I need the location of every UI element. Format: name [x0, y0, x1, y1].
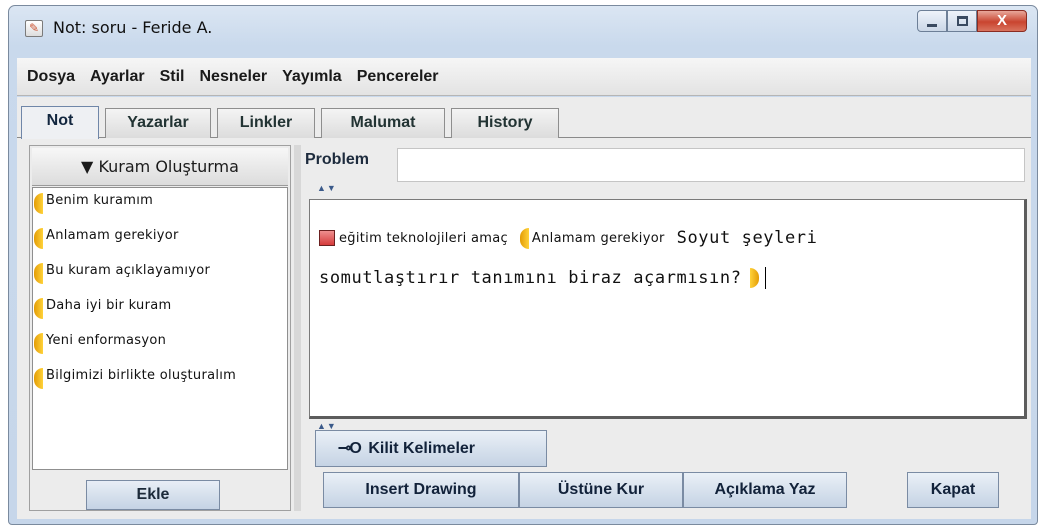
- note-link-label[interactable]: eğitim teknolojileri amaç: [339, 231, 508, 246]
- scaffold-bracket-icon: [34, 228, 43, 249]
- scaffold-item[interactable]: Bu kuram açıklayamıyor: [33, 263, 287, 298]
- note-text: somutlaştırır tanımını biraz açarmısın?: [319, 268, 742, 288]
- window-controls: X: [917, 10, 1027, 32]
- scaffold-item[interactable]: Benim kuramım: [33, 193, 287, 228]
- problem-label: Problem: [305, 151, 370, 168]
- note-content: ▼ Kuram Oluşturma Benim kuramım Anlamam …: [17, 138, 1031, 519]
- menu-yayimla[interactable]: Yayımla: [282, 68, 342, 86]
- scaffold-bracket-icon: [34, 368, 43, 389]
- scaffold-bracket-icon: [34, 333, 43, 354]
- tab-bar: Not Yazarlar Linkler Malumat History: [17, 97, 1031, 139]
- scaffold-item[interactable]: Daha iyi bir kuram: [33, 298, 287, 333]
- scaffold-end-icon: [749, 268, 759, 288]
- problem-input[interactable]: [397, 148, 1025, 182]
- scaffold-item-label: Yeni enformasyon: [46, 333, 167, 348]
- write-explanation-button[interactable]: Açıklama Yaz: [683, 472, 847, 508]
- scaffold-panel: ▼ Kuram Oluşturma Benim kuramım Anlamam …: [29, 145, 291, 511]
- key-icon: ⊸O: [338, 440, 362, 457]
- maximize-icon: [957, 16, 968, 26]
- menu-bar: Dosya Ayarlar Stil Nesneler Yayımla Penc…: [17, 58, 1031, 96]
- scaffold-list: Benim kuramım Anlamam gerekiyor Bu kuram…: [32, 187, 288, 470]
- tab-malumat[interactable]: Malumat: [321, 108, 445, 138]
- scaffold-item[interactable]: Anlamam gerekiyor: [33, 228, 287, 263]
- menu-nesneler[interactable]: Nesneler: [199, 68, 267, 86]
- minimize-icon: [927, 24, 937, 27]
- menu-stil[interactable]: Stil: [160, 68, 185, 86]
- tab-not[interactable]: Not: [21, 106, 99, 139]
- note-text: Soyut şeyleri: [676, 228, 818, 248]
- text-cursor: [764, 267, 766, 289]
- split-arrows-icon[interactable]: ▲▼: [317, 183, 337, 193]
- insert-drawing-button[interactable]: Insert Drawing: [323, 472, 519, 508]
- note-link-icon[interactable]: [319, 230, 335, 246]
- scaffold-item[interactable]: Yeni enformasyon: [33, 333, 287, 368]
- editor-line: eğitim teknolojileri amaç Anlamam gereki…: [319, 218, 1024, 258]
- keywords-button[interactable]: ⊸O Kilit Kelimeler: [315, 430, 547, 467]
- build-on-button[interactable]: Üstüne Kur: [519, 472, 683, 508]
- add-button[interactable]: Ekle: [86, 480, 220, 510]
- minimize-button[interactable]: [917, 10, 947, 32]
- scaffold-selector[interactable]: ▼ Kuram Oluşturma: [32, 148, 288, 186]
- action-buttons: Insert Drawing Üstüne Kur Açıklama Yaz K…: [323, 472, 999, 508]
- tab-linkler[interactable]: Linkler: [217, 108, 315, 138]
- menu-pencereler[interactable]: Pencereler: [357, 68, 439, 86]
- split-handle[interactable]: [294, 145, 301, 511]
- editor-line: somutlaştırır tanımını biraz açarmısın?: [319, 258, 1024, 298]
- scaffold-item-label: Daha iyi bir kuram: [46, 298, 172, 313]
- close-window-button[interactable]: X: [977, 10, 1027, 32]
- scaffold-bracket-icon: [34, 193, 43, 214]
- app-window: ✎ Not: soru - Feride A. X Dosya Ayarlar …: [8, 5, 1038, 525]
- window-title: Not: soru - Feride A.: [53, 18, 213, 37]
- maximize-button[interactable]: [947, 10, 977, 32]
- keywords-label: Kilit Kelimeler: [368, 440, 476, 457]
- scaffold-item-label: Bilgimizi birlikte oluşturalım: [46, 368, 237, 383]
- tab-yazarlar[interactable]: Yazarlar: [105, 108, 211, 138]
- button-gap: [847, 472, 907, 508]
- scaffold-bracket-icon: [34, 298, 43, 319]
- menu-dosya[interactable]: Dosya: [27, 68, 75, 86]
- scaffold-item-label: Anlamam gerekiyor: [46, 228, 179, 243]
- scaffold-item[interactable]: Bilgimizi birlikte oluşturalım: [33, 368, 287, 403]
- scaffold-bracket-icon: [519, 227, 529, 249]
- scaffold-item-label: Bu kuram açıklayamıyor: [46, 263, 211, 278]
- scaffold-item-label: Benim kuramım: [46, 193, 154, 208]
- menu-ayarlar[interactable]: Ayarlar: [90, 68, 145, 86]
- scaffold-bracket-icon: [34, 263, 43, 284]
- note-app-icon[interactable]: ✎: [25, 20, 43, 37]
- tab-history[interactable]: History: [451, 108, 559, 138]
- title-bar[interactable]: ✎ Not: soru - Feride A. X: [9, 6, 1037, 50]
- note-body-editor[interactable]: eğitim teknolojileri amaç Anlamam gereki…: [309, 199, 1027, 419]
- note-editor-panel: Problem ▲▼ eğitim teknolojileri amaç Anl…: [301, 145, 1027, 515]
- close-button[interactable]: Kapat: [907, 472, 999, 508]
- scaffold-label: Anlamam gerekiyor: [531, 230, 665, 246]
